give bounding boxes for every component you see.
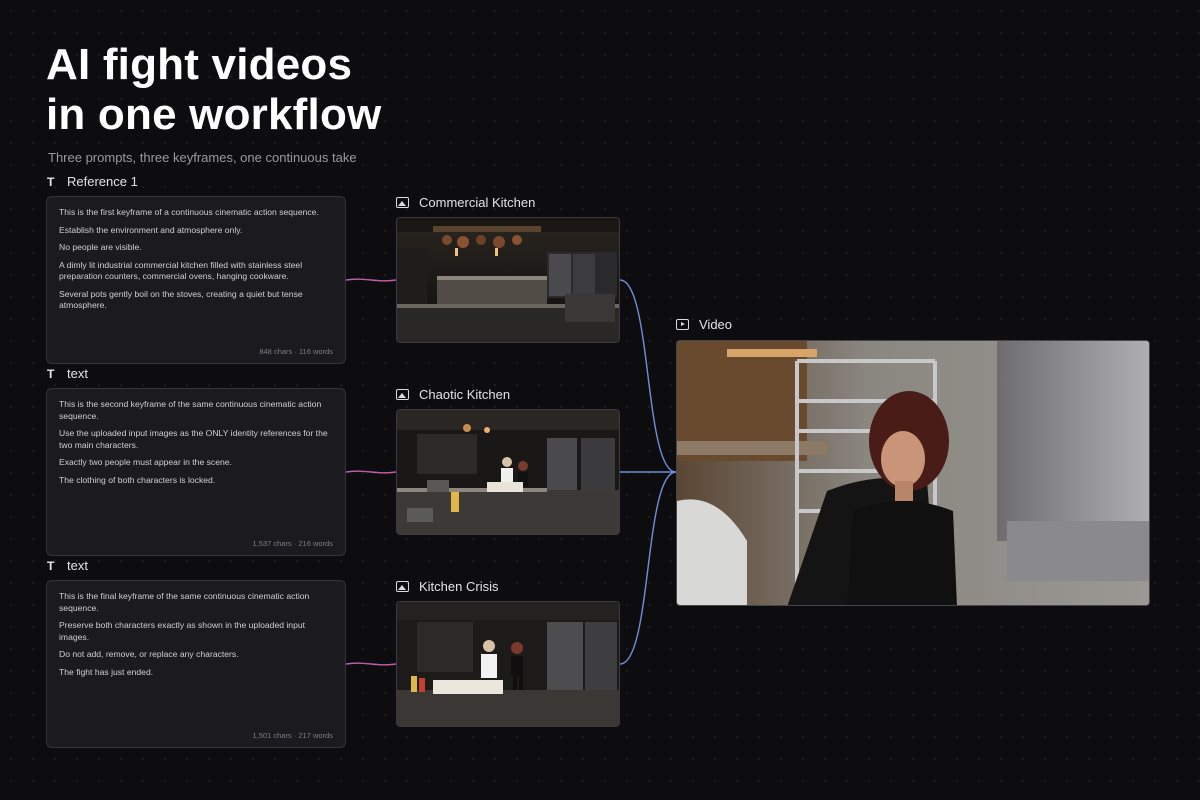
keyframe-image-commercial-kitchen[interactable]	[396, 217, 620, 343]
prompt-line: Do not add, remove, or replace any chara…	[59, 649, 239, 659]
keyframe-image-kitchen-crisis[interactable]	[396, 601, 620, 727]
char-word-count: 1,537 chars · 216 words	[252, 539, 333, 548]
text-node-3-label: text	[67, 558, 88, 573]
prompt-line: This is the final keyframe of the same c…	[59, 591, 310, 613]
prompt-line: Exactly two people must appear in the sc…	[59, 457, 232, 467]
edge-text2-to-image2	[345, 470, 397, 474]
prompt-line: Preserve both characters exactly as show…	[59, 620, 306, 642]
text-node-1-header[interactable]: T Reference 1	[47, 174, 138, 189]
text-type-icon: T	[47, 366, 55, 381]
prompt-line: A dimly lit industrial commercial kitche…	[59, 259, 303, 282]
text-type-icon: T	[47, 174, 55, 189]
char-word-count: 1,501 chars · 217 words	[252, 731, 333, 740]
video-still	[677, 341, 1149, 605]
image-node-2-header[interactable]: Chaotic Kitchen	[396, 387, 510, 402]
image-icon	[396, 581, 409, 592]
video-node-header[interactable]: Video	[676, 317, 732, 332]
text-node-2-header[interactable]: T text	[47, 366, 88, 381]
text-node-3-header[interactable]: T text	[47, 558, 88, 573]
kitchen-scene-2	[397, 410, 619, 534]
text-node-2-card[interactable]: This is the second keyframe of the same …	[46, 388, 346, 556]
video-icon	[676, 319, 689, 330]
video-output-frame[interactable]	[676, 340, 1150, 606]
prompt-line: The clothing of both characters is locke…	[59, 474, 216, 485]
prompt-line: This is the first keyframe of a continuo…	[59, 207, 319, 217]
title-line-1: AI fight videos	[46, 40, 353, 89]
text-node-2-label: text	[67, 366, 88, 381]
image-node-1-header[interactable]: Commercial Kitchen	[396, 195, 535, 210]
image-icon	[396, 389, 409, 400]
edge-image1-to-video	[619, 279, 677, 473]
image-node-3-header[interactable]: Kitchen Crisis	[396, 579, 498, 594]
text-type-icon: T	[47, 558, 55, 573]
image-icon	[396, 197, 409, 208]
prompt-line: Establish the environment and atmosphere…	[59, 224, 243, 235]
prompt-line: Several pots gently boil on the stoves, …	[59, 288, 303, 311]
text-node-1-card[interactable]: This is the first keyframe of a continuo…	[46, 196, 346, 364]
text-node-1-label: Reference 1	[67, 174, 138, 189]
video-node-label: Video	[699, 317, 733, 332]
page-title: AI fight videos in one workflow	[46, 40, 466, 140]
image-node-1-label: Commercial Kitchen	[419, 195, 536, 210]
kitchen-scene-1	[397, 218, 619, 342]
prompt-line: Use the uploaded input images as the ONL…	[59, 428, 328, 450]
text-node-3-card[interactable]: This is the final keyframe of the same c…	[46, 580, 346, 748]
char-word-count: 848 chars · 116 words	[259, 347, 333, 356]
title-line-2: in one workflow	[46, 90, 382, 139]
prompt-line: This is the second keyframe of the same …	[59, 399, 322, 421]
edge-text3-to-image3	[345, 662, 397, 666]
prompt-line: The fight has just ended.	[59, 666, 154, 677]
image-node-2-label: Chaotic Kitchen	[419, 387, 511, 402]
page-subtitle: Three prompts, three keyframes, one cont…	[48, 150, 357, 165]
edge-text1-to-image1	[345, 278, 397, 282]
edge-image3-to-video	[619, 471, 677, 665]
keyframe-image-chaotic-kitchen[interactable]	[396, 409, 620, 535]
image-node-3-label: Kitchen Crisis	[419, 579, 499, 594]
kitchen-scene-3	[397, 602, 619, 726]
prompt-line: No people are visible.	[59, 242, 142, 252]
